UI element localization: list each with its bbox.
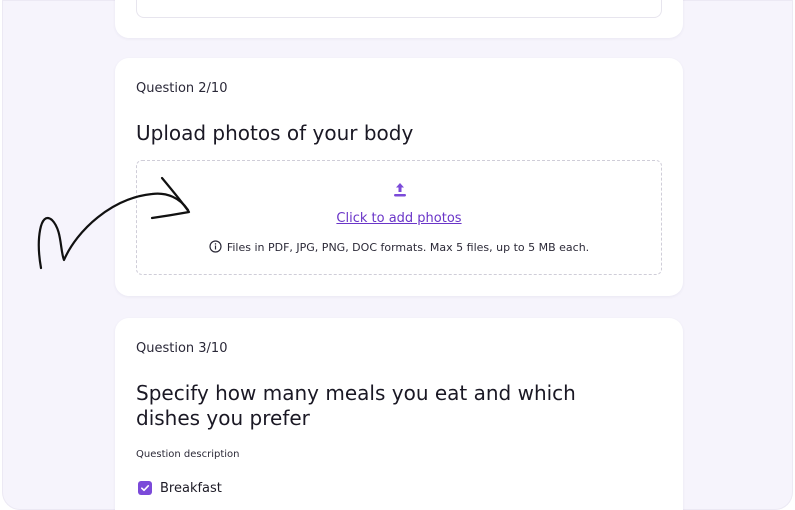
question-card-3: Question 3/10 Specify how many meals you…	[115, 318, 683, 510]
previous-question-card	[115, 0, 683, 38]
option-breakfast[interactable]: Breakfast	[138, 480, 222, 496]
question-title: Specify how many meals you eat and which…	[136, 381, 576, 430]
photo-upload-dropzone[interactable]: Click to add photos Files in PDF, JPG, P…	[136, 160, 662, 275]
info-icon	[209, 240, 222, 253]
option-label: Breakfast	[160, 480, 222, 496]
upload-hint-text: Files in PDF, JPG, PNG, DOC formats. Max…	[226, 241, 590, 254]
question-number: Question 2/10	[136, 81, 228, 96]
upload-icon[interactable]	[392, 181, 408, 199]
question-number: Question 3/10	[136, 341, 228, 356]
add-photos-link[interactable]: Click to add photos	[137, 211, 661, 226]
check-icon	[141, 485, 150, 492]
hand-drawn-arrow-icon	[37, 176, 191, 270]
upload-hint: Files in PDF, JPG, PNG, DOC formats. Max…	[137, 240, 661, 254]
breakfast-checkbox[interactable]	[138, 481, 152, 495]
form-canvas: Question 2/10 Upload photos of your body…	[2, 0, 793, 510]
question-title: Upload photos of your body	[136, 121, 414, 145]
previous-answer-field[interactable]	[136, 0, 662, 18]
question-description: Question description	[136, 449, 240, 460]
